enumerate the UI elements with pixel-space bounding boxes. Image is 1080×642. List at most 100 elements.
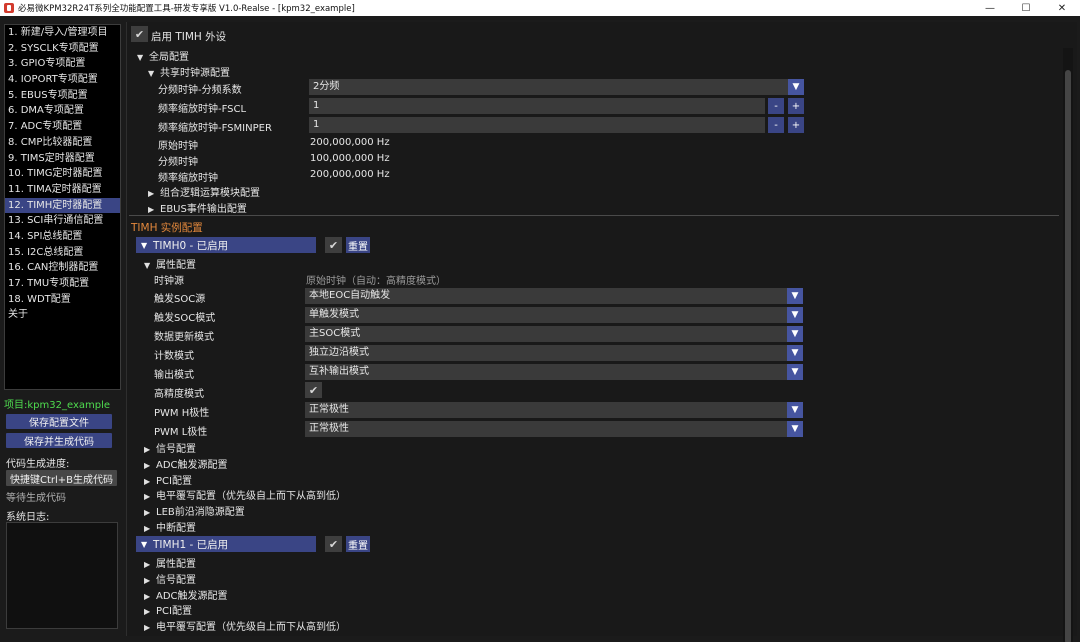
collapsed-arrow-icon: ▶ xyxy=(144,492,151,502)
soc-source-label: 触发SOC源 xyxy=(154,294,206,305)
minimize-button[interactable]: — xyxy=(972,0,1008,16)
collapsed-arrow-icon: ▶ xyxy=(144,524,151,533)
timh1-subsection-node[interactable]: ▶ 属性配置 xyxy=(144,555,196,570)
ebus-event-node[interactable]: ▶ EBUS事件输出配置 xyxy=(148,200,247,215)
scrollbar-thumb[interactable] xyxy=(1065,70,1071,642)
timh1-subsection-node[interactable]: ▶ 信号配置 xyxy=(144,571,196,586)
count-mode-dropdown[interactable]: 独立边沿模式 ▼ xyxy=(305,345,803,361)
count-mode-label: 计数模式 xyxy=(154,351,194,362)
enable-timh-label: 启用 TIMH 外设 xyxy=(151,31,227,43)
save-config-button[interactable]: 保存配置文件 xyxy=(6,414,112,429)
nav-item[interactable]: 4. IOPORT专项配置 xyxy=(5,72,120,88)
timh0-subsection-node[interactable]: ▶ LEB前沿消隐源配置 xyxy=(144,503,245,518)
dropdown-arrow-icon: ▼ xyxy=(787,364,803,380)
fscl-input[interactable]: 1 xyxy=(309,98,765,114)
global-config-node[interactable]: ▼ 全局配置 xyxy=(137,48,189,63)
nav-item[interactable]: 7. ADC专项配置 xyxy=(5,119,120,135)
fsminper-label: 频率缩放时钟-FSMINPER xyxy=(158,123,272,134)
fscl-increment-button[interactable]: + xyxy=(788,98,804,114)
maximize-button[interactable]: ☐ xyxy=(1008,0,1044,16)
timh1-subsection-node[interactable]: ▶ PCI配置 xyxy=(144,602,192,617)
timh1-reset-button[interactable]: 重置 xyxy=(346,536,370,552)
div-factor-dropdown[interactable]: 2分频 ▼ xyxy=(309,79,804,95)
system-log-label: 系统日志: xyxy=(6,512,50,523)
timh0-subsection-node[interactable]: ▶ PCI配置 xyxy=(144,472,192,487)
pwml-polarity-dropdown[interactable]: 正常极性 ▼ xyxy=(305,421,803,437)
nav-item[interactable]: 12. TIMH定时器配置 xyxy=(5,197,120,214)
shared-clock-label: 共享时钟源配置 xyxy=(160,68,230,79)
timh1-subsection-node[interactable]: ▶ ADC触发源配置 xyxy=(144,587,228,602)
timh0-header[interactable]: ▼ TIMH0 - 已启用 xyxy=(136,237,316,253)
nav-item[interactable]: 18. WDT配置 xyxy=(5,292,120,308)
fscl-label: 频率缩放时钟-FSCL xyxy=(158,104,247,115)
close-button[interactable]: ✕ xyxy=(1044,0,1080,16)
nav-item[interactable]: 15. I2C总线配置 xyxy=(5,245,120,261)
div-clock-value: 100,000,000 Hz xyxy=(310,153,390,164)
timh1-subsection-node[interactable]: ▶ 电平覆写配置（优先级自上而下从高到低） xyxy=(144,618,346,633)
vertical-scrollbar[interactable] xyxy=(1063,48,1073,642)
timh0-subsection-node[interactable]: ▶ 电平覆写配置（优先级自上而下从高到低） xyxy=(144,487,346,502)
fsminper-increment-button[interactable]: + xyxy=(788,117,804,133)
nav-item[interactable]: 13. SCI串行通信配置 xyxy=(5,213,120,229)
nav-item[interactable]: 16. CAN控制器配置 xyxy=(5,260,120,276)
nav-item[interactable]: 6. DMA专项配置 xyxy=(5,103,120,119)
save-generate-button[interactable]: 保存并生成代码 xyxy=(6,433,112,448)
orig-clock-label: 原始时钟 xyxy=(158,141,198,152)
nav-item[interactable]: 10. TIMG定时器配置 xyxy=(5,166,120,182)
shortcut-generate-button[interactable]: 快捷键Ctrl+B生成代码 xyxy=(6,470,117,486)
checkmark-icon: ✔ xyxy=(328,238,339,252)
timh0-enable-checkbox[interactable]: ✔ xyxy=(325,237,342,253)
timh0-header-label: TIMH0 - 已启用 xyxy=(153,239,229,252)
timh0-attr-node[interactable]: ▼ 属性配置 xyxy=(144,256,196,271)
nav-item[interactable]: 9. TIMS定时器配置 xyxy=(5,151,120,167)
timh1-subsection-label: 信号配置 xyxy=(156,574,196,586)
dropdown-arrow-icon: ▼ xyxy=(787,402,803,418)
window-controls: — ☐ ✕ xyxy=(972,0,1080,16)
enable-timh-checkbox[interactable]: ✔ xyxy=(131,26,148,42)
pwmh-polarity-dropdown[interactable]: 正常极性 ▼ xyxy=(305,402,803,418)
generate-status: 等待生成代码 xyxy=(6,493,66,504)
checkmark-icon: ✔ xyxy=(328,537,339,551)
soc-source-dropdown[interactable]: 本地EOC自动触发 ▼ xyxy=(305,288,803,304)
nav-item[interactable]: 5. EBUS专项配置 xyxy=(5,88,120,104)
timh0-subsection-node[interactable]: ▶ ADC触发源配置 xyxy=(144,456,228,471)
nav-item[interactable]: 17. TMU专项配置 xyxy=(5,276,120,292)
collapsed-arrow-icon: ▶ xyxy=(144,575,151,585)
nav-item[interactable]: 关于 xyxy=(5,307,120,323)
comb-logic-node[interactable]: ▶ 组合逻辑运算模块配置 xyxy=(148,184,260,199)
orig-clock-value: 200,000,000 Hz xyxy=(310,137,390,148)
fsminper-decrement-button[interactable]: - xyxy=(768,117,784,133)
system-log-box[interactable] xyxy=(6,522,118,629)
title-bar: 必易微KPM32R24T系列全功能配置工具-研发专享版 V1.0-Realse … xyxy=(0,0,1080,16)
timh0-subsection-node[interactable]: ▶ 中断配置 xyxy=(144,519,196,534)
ebus-event-label: EBUS事件输出配置 xyxy=(160,204,247,215)
output-mode-dropdown[interactable]: 互补输出模式 ▼ xyxy=(305,364,803,380)
timh0-reset-button[interactable]: 重置 xyxy=(346,237,370,253)
fsminper-input[interactable]: 1 xyxy=(309,117,765,133)
shared-clock-node[interactable]: ▼ 共享时钟源配置 xyxy=(148,64,230,79)
timh1-enable-checkbox[interactable]: ✔ xyxy=(325,536,342,552)
fscl-value: 1 xyxy=(313,100,320,111)
instance-section-title: TIMH 实例配置 xyxy=(131,222,203,234)
fscl-decrement-button[interactable]: - xyxy=(768,98,784,114)
hires-mode-checkbox[interactable]: ✔ xyxy=(305,382,322,398)
timh1-header-label: TIMH1 - 已启用 xyxy=(153,538,229,551)
dropdown-arrow-icon: ▼ xyxy=(787,288,803,304)
collapsed-arrow-icon: ▶ xyxy=(144,560,151,569)
nav-item[interactable]: 8. CMP比较器配置 xyxy=(5,135,120,151)
dropdown-arrow-icon: ▼ xyxy=(788,79,804,95)
nav-item[interactable]: 11. TIMA定时器配置 xyxy=(5,182,120,198)
nav-item[interactable]: 1. 新建/导入/管理项目 xyxy=(5,25,120,41)
hires-mode-label: 高精度模式 xyxy=(154,389,204,400)
timh1-header[interactable]: ▼ TIMH1 - 已启用 xyxy=(136,536,316,552)
soc-mode-dropdown[interactable]: 单触发模式 ▼ xyxy=(305,307,803,323)
soc-mode-value: 单触发模式 xyxy=(309,309,359,320)
dropdown-arrow-icon: ▼ xyxy=(787,421,803,437)
nav-item[interactable]: 2. SYSCLK专项配置 xyxy=(5,41,120,57)
timh0-subsection-node[interactable]: ▶ 信号配置 xyxy=(144,440,196,455)
nav-item[interactable]: 14. SPI总线配置 xyxy=(5,229,120,245)
nav-item[interactable]: 3. GPIO专项配置 xyxy=(5,56,120,72)
pwml-polarity-label: PWM L极性 xyxy=(154,427,208,438)
output-mode-value: 互补输出模式 xyxy=(309,366,369,377)
update-mode-dropdown[interactable]: 主SOC模式 ▼ xyxy=(305,326,803,342)
